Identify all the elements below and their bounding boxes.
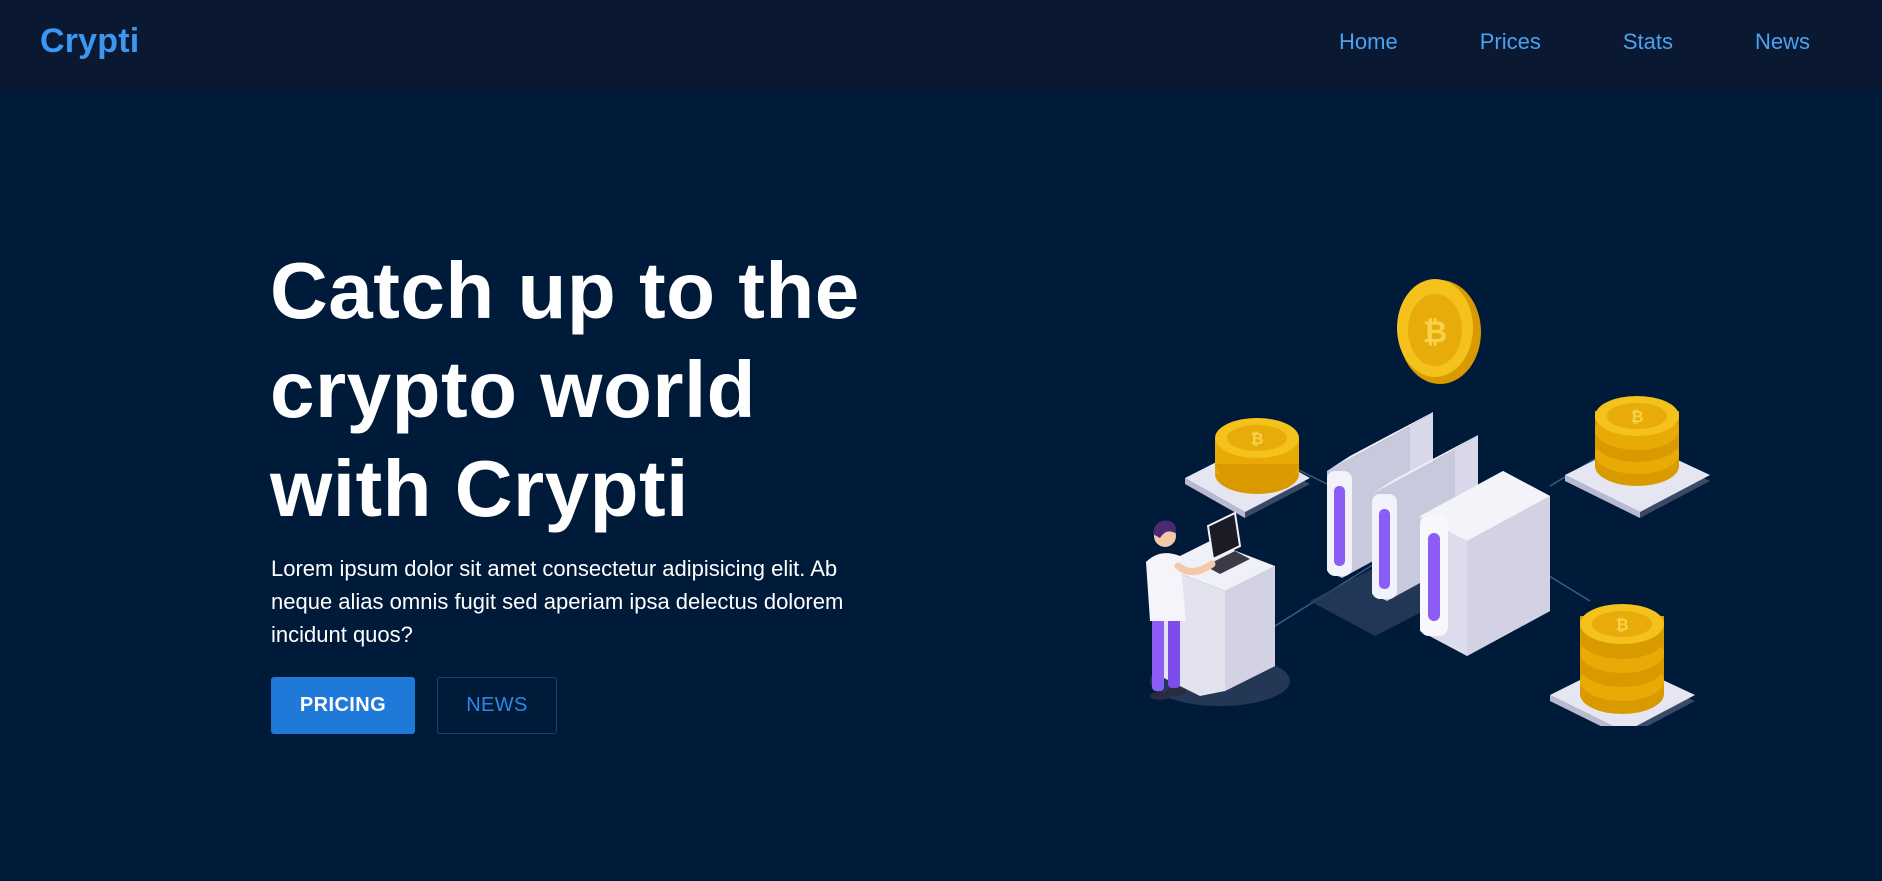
nav-link-home[interactable]: Home <box>1339 29 1398 55</box>
bitcoin-coin-icon: ₿ <box>1250 429 1263 448</box>
bitcoin-coin-icon: ₿ <box>1615 615 1628 634</box>
nav-links: Home Prices Stats News <box>1339 29 1810 55</box>
hero-description: Lorem ipsum dolor sit amet consectetur a… <box>271 556 844 647</box>
bitcoin-coin-icon: ₿ <box>1630 407 1643 426</box>
coin-stack-right-top: ₿ <box>1565 396 1710 518</box>
hero-section: Catch up to the crypto world with Crypti… <box>0 91 1882 881</box>
coin-stack-right-bottom: ₿ <box>1550 604 1695 726</box>
bitcoin-coin-icon: ₿ <box>1397 279 1481 384</box>
person-at-laptop <box>1146 511 1290 706</box>
nav-link-stats[interactable]: Stats <box>1623 29 1673 55</box>
nav-link-prices[interactable]: Prices <box>1480 29 1541 55</box>
brand-logo[interactable]: Crypti <box>40 22 139 61</box>
coin-stack-left: ₿ <box>1185 418 1310 518</box>
hero-headline: Catch up to the crypto world with Crypti <box>270 246 860 533</box>
navbar: Crypti Home Prices Stats News <box>0 0 1882 91</box>
nav-link-news[interactable]: News <box>1755 29 1810 55</box>
news-button[interactable]: NEWS <box>437 677 557 734</box>
pricing-button[interactable]: PRICING <box>271 677 415 734</box>
crypto-server-illustration: ₿ ₿ ₿ ₿ <box>1146 279 1710 726</box>
svg-text:₿: ₿ <box>1423 315 1447 350</box>
